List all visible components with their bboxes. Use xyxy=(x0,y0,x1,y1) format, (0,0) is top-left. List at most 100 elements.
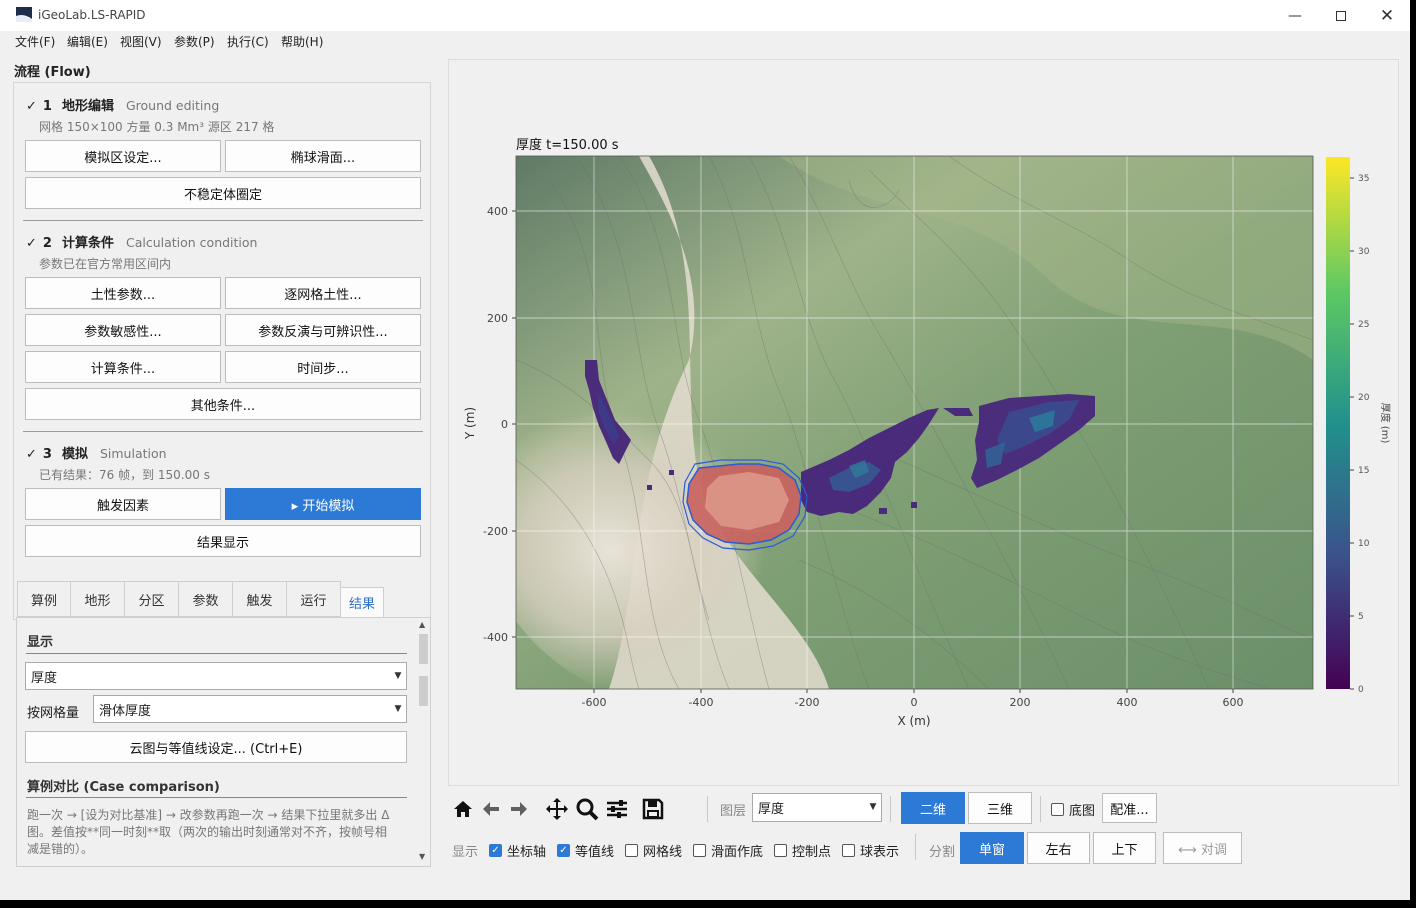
time-step-button[interactable]: 时间步... xyxy=(225,351,421,383)
tab-case[interactable]: 算例 xyxy=(17,581,71,617)
scrollbar-thumb[interactable] xyxy=(419,634,428,664)
soil-params-button[interactable]: 土性参数... xyxy=(25,277,221,309)
check-icon: ✓ xyxy=(26,447,37,462)
step3-number: 3 xyxy=(42,447,52,462)
tab-terrain[interactable]: 地形 xyxy=(70,581,125,617)
scrollbar-thumb[interactable] xyxy=(419,676,428,706)
per-cell-soil-button[interactable]: 逐网格土性... xyxy=(225,277,421,309)
menu-file[interactable]: 文件(F) xyxy=(15,33,55,50)
split-left-right-button[interactable]: 左右 xyxy=(1027,832,1090,864)
calc-conditions-button[interactable]: 计算条件... xyxy=(25,351,221,383)
unstable-body-button[interactable]: 不稳定体圈定 xyxy=(25,177,421,209)
toolbar-separator xyxy=(915,834,916,860)
register-button[interactable]: 配准... xyxy=(1102,793,1157,823)
display-options-bar: 显示 ✓ 坐标轴 ✓ 等值线 网格线 滑面作底 控制点 球表示 分割 单窗 左右 上… xyxy=(448,830,1408,868)
menu-params[interactable]: 参数(P) xyxy=(174,33,215,50)
close-button[interactable]: ✕ xyxy=(1364,0,1410,31)
sim-area-button[interactable]: 模拟区设定... xyxy=(25,140,221,172)
configure-icon[interactable] xyxy=(604,797,630,821)
menu-bar: 文件(F) 编辑(E) 视图(V) 参数(P) 执行(C) 帮助(H) xyxy=(0,31,1410,51)
minimize-button[interactable]: — xyxy=(1272,0,1318,31)
step2-info: 参数已在官方常用区间内 xyxy=(39,257,172,271)
step1-number: 1 xyxy=(42,99,52,114)
step2-number: 2 xyxy=(42,236,52,251)
plot-canvas[interactable]: 厚度 t=150.00 s -600 -400 -200 0 200 400 6… xyxy=(448,59,1399,786)
tab-run[interactable]: 运行 xyxy=(286,581,341,617)
sensitivity-button[interactable]: 参数敏感性... xyxy=(25,314,221,346)
display-select[interactable]: 厚度 ▼ xyxy=(25,662,407,690)
menu-edit[interactable]: 编辑(E) xyxy=(67,33,108,50)
axes-checkbox[interactable]: ✓ 坐标轴 xyxy=(489,841,546,860)
swap-button[interactable]: ⟷ 对调 xyxy=(1163,832,1242,864)
axes-area xyxy=(516,156,1313,689)
step2-header: ✓ 2 计算条件 Calculation condition xyxy=(26,232,257,251)
back-arrow-icon[interactable] xyxy=(478,797,504,821)
inversion-button[interactable]: 参数反演与可辨识性... xyxy=(225,314,421,346)
thickness-map[interactable]: 厚度 t=150.00 s -600 -400 -200 0 200 400 6… xyxy=(449,60,1400,787)
case-comparison-desc: 跑一次 → [设为对比基准] → 改参数再跑一次 → 结果下拉里就多出 Δ 图。… xyxy=(27,808,390,856)
y-tick-label: 200 xyxy=(487,312,508,325)
maximize-button[interactable] xyxy=(1318,0,1364,31)
flow-box: ✓ 1 地形编辑 Ground editing 网格 150×100 方量 0.3 M… xyxy=(13,82,431,620)
control-points-checkbox[interactable]: 控制点 xyxy=(774,841,831,860)
slip-surface-checkbox[interactable]: 滑面作底 xyxy=(693,841,763,860)
y-tick-labels: 400 200 0 -200 -400 xyxy=(483,205,516,644)
checkbox-box[interactable] xyxy=(842,844,855,857)
other-conditions-button[interactable]: 其他条件... xyxy=(25,388,421,420)
save-icon[interactable] xyxy=(640,797,666,821)
checkbox-box[interactable] xyxy=(1051,803,1064,816)
split-top-bottom-button[interactable]: 上下 xyxy=(1093,832,1156,864)
control-points-checkbox-label: 控制点 xyxy=(792,845,832,860)
maximize-icon xyxy=(1336,10,1346,21)
tab-bar: 算例 地形 分区 参数 触发 运行 结果 xyxy=(17,581,437,617)
checkbox-box[interactable] xyxy=(693,844,706,857)
colorbar xyxy=(1326,157,1350,689)
step3-title: 模拟 xyxy=(61,447,88,462)
ellipsoid-slip-button[interactable]: 椭球滑面... xyxy=(225,140,421,172)
forward-arrow-icon[interactable] xyxy=(506,797,532,821)
check-icon[interactable]: ✓ xyxy=(489,844,502,857)
x-tick-label: 0 xyxy=(911,696,918,709)
trigger-button[interactable]: 触发因素 xyxy=(25,488,221,520)
contours-checkbox[interactable]: ✓ 等值线 xyxy=(557,841,614,860)
tab-trigger[interactable]: 触发 xyxy=(232,581,287,617)
scroll-up-icon[interactable]: ▲ xyxy=(419,620,425,629)
x-tick-labels: -600 -400 -200 0 200 400 600 xyxy=(582,689,1244,709)
view-3d-button[interactable]: 三维 xyxy=(968,792,1032,824)
scroll-down-icon[interactable]: ▼ xyxy=(419,852,425,861)
colorbar-ticks: 35 30 25 20 15 10 5 0 xyxy=(1350,174,1370,695)
basemap-checkbox[interactable]: 底图 xyxy=(1051,800,1095,819)
tab-results[interactable]: 结果 xyxy=(340,587,384,617)
menu-view[interactable]: 视图(V) xyxy=(120,33,162,50)
flow-title: 流程 (Flow) xyxy=(14,65,91,80)
sphere-checkbox[interactable]: 球表示 xyxy=(842,841,899,860)
cbar-tick-label: 10 xyxy=(1358,539,1370,549)
tab-zones[interactable]: 分区 xyxy=(124,581,179,617)
menu-run[interactable]: 执行(C) xyxy=(227,33,269,50)
panel-scrollbar[interactable]: ▲ ▼ xyxy=(417,618,430,866)
grid-quantity-value: 滑体厚度 xyxy=(99,703,152,719)
contour-settings-button[interactable]: 云图与等值线设定... (Ctrl+E) xyxy=(25,731,407,763)
zoom-icon[interactable] xyxy=(574,797,600,821)
layer-select[interactable]: 厚度 ▼ xyxy=(752,793,882,822)
check-icon[interactable]: ✓ xyxy=(557,844,570,857)
checkbox-box[interactable] xyxy=(625,844,638,857)
title-bar: iGeoLab.LS-RAPID — ✕ xyxy=(0,0,1410,31)
split-single-button[interactable]: 单窗 xyxy=(960,832,1024,864)
view-2d-button[interactable]: 二维 xyxy=(901,792,965,824)
grid-quantity-select[interactable]: 滑体厚度 ▼ xyxy=(93,695,407,723)
basemap-label: 底图 xyxy=(1069,804,1096,819)
checkbox-box[interactable] xyxy=(774,844,787,857)
y-tick-label: 0 xyxy=(501,418,508,431)
cbar-tick-label: 20 xyxy=(1358,393,1370,403)
y-tick-label: -200 xyxy=(483,525,508,538)
start-simulation-button[interactable]: ▸ 开始模拟 xyxy=(225,488,421,520)
home-icon[interactable] xyxy=(450,797,476,821)
check-icon: ✓ xyxy=(26,236,37,251)
menu-help[interactable]: 帮助(H) xyxy=(281,33,323,50)
gridlines-checkbox[interactable]: 网格线 xyxy=(625,841,682,860)
toolbar-separator xyxy=(707,796,708,822)
pan-icon[interactable] xyxy=(544,797,570,821)
tab-params[interactable]: 参数 xyxy=(178,581,233,617)
show-results-button[interactable]: 结果显示 xyxy=(25,525,421,557)
